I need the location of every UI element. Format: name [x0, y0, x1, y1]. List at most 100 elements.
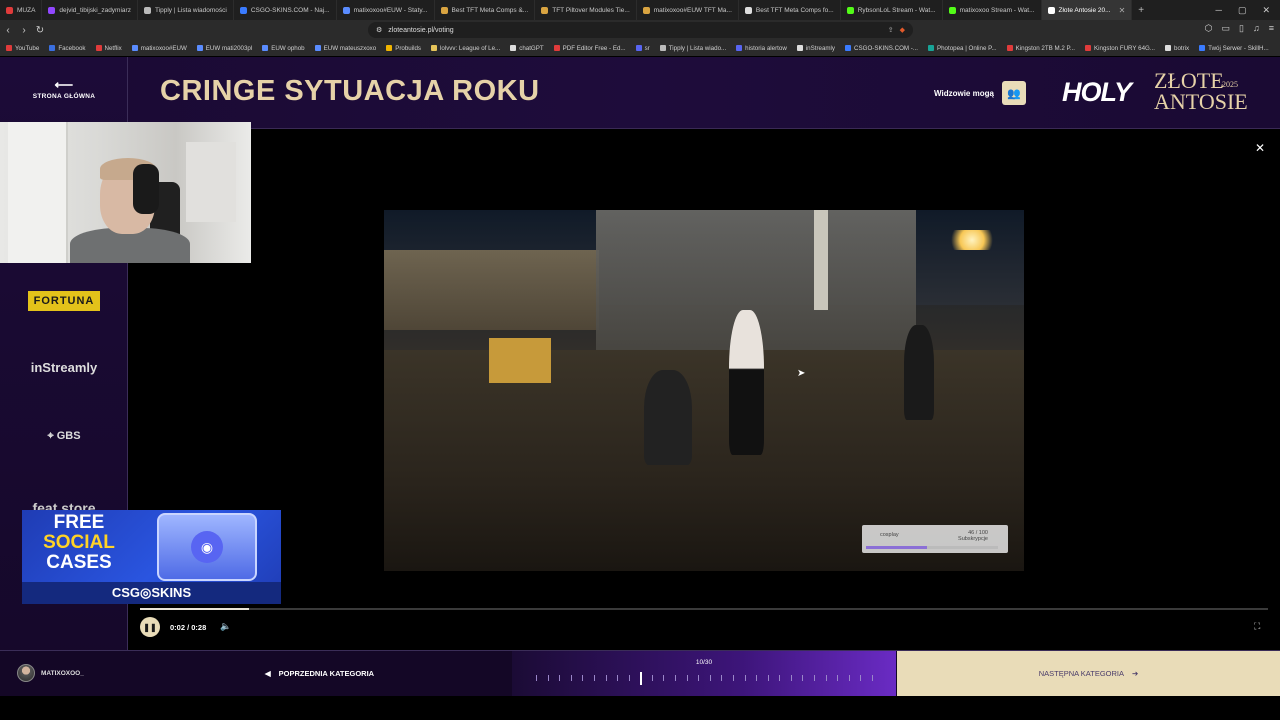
bookmark-item[interactable]: chatGPT [510, 45, 544, 52]
nominee-video[interactable]: cosplay 46 / 100 Subskrypcje [384, 210, 1024, 571]
tab-favicon-icon [143, 6, 151, 14]
bookmark-item[interactable]: Twój Serwer - SkillH... [1199, 45, 1269, 52]
home-link[interactable]: ⟵ STRONA GŁÓWNA [0, 78, 128, 100]
reload-icon[interactable]: ↻ [32, 25, 48, 36]
browser-tab[interactable]: Złote Antosie 20... ✕ [1041, 0, 1133, 20]
minimize-button[interactable]: ─ [1216, 5, 1222, 16]
bookmark-item[interactable]: Probuilds [386, 45, 421, 52]
wallet-icon[interactable]: ▭ [1222, 23, 1231, 34]
browser-tab[interactable]: RybsonLoL Stream - Wat... [841, 0, 943, 20]
bookmark-item[interactable]: Photopea | Online P... [927, 45, 997, 52]
close-icon[interactable]: ✕ [1255, 141, 1265, 155]
bookmark-label: PDF Editor Free - Ed... [562, 44, 626, 52]
volume-icon[interactable]: 🔈 [220, 621, 231, 632]
bookmark-item[interactable]: EUW mateuszxoxo [314, 45, 376, 52]
browser-tab[interactable]: CSGO-SKINS.COM - Naj... [234, 0, 337, 20]
category-tick [582, 675, 584, 681]
webcam-shelf [186, 142, 236, 222]
new-tab-button[interactable]: + [1132, 5, 1150, 16]
tab-favicon-icon [1047, 6, 1055, 14]
tab-favicon-icon [239, 6, 247, 14]
tab-favicon-icon [948, 6, 956, 14]
category-tick [860, 675, 862, 681]
discord-case-image: ◉ [157, 513, 257, 581]
bookmark-favicon-icon [635, 45, 642, 51]
bookmark-label: historia alertow [745, 44, 787, 52]
share-icon[interactable]: ⇪ [888, 26, 894, 34]
site-info-icon[interactable]: ⚙ [376, 26, 382, 34]
bookmark-item[interactable]: EUW mati2003pl [196, 45, 252, 52]
category-tick [686, 675, 688, 681]
bookmark-item[interactable]: Kingston 2TB M.2 P... [1006, 45, 1075, 52]
browser-tab[interactable]: matixoxoo#EUW TFT Ma... [637, 0, 739, 20]
bookmark-item[interactable]: Tipply | Lista wiado... [659, 44, 727, 52]
bookmark-item[interactable]: botrix [1165, 45, 1189, 52]
category-tick [617, 675, 619, 681]
forward-icon[interactable]: › [16, 25, 32, 36]
browser-tab[interactable]: TFT Piltover Modules Tie... [535, 0, 637, 20]
video-buildings [384, 250, 599, 330]
browser-tab[interactable]: matixoxoo#EUW - Staty... [337, 0, 435, 20]
pause-icon: ❚❚ [143, 622, 157, 632]
bookmark-item[interactable]: Kingston FURY 64G... [1085, 45, 1155, 52]
browser-tab[interactable]: Best TFT Meta Comps &... [435, 0, 536, 20]
fortuna-sponsor-logo[interactable]: FORTUNA [0, 291, 128, 311]
sidebar-toggle-icon[interactable]: ▯ [1239, 23, 1244, 34]
browser-tab[interactable]: Best TFT Meta Comps fo... [739, 0, 841, 20]
previous-category-button[interactable]: ◀ POPRZEDNIA KATEGORIA [128, 651, 511, 696]
bookmark-item[interactable]: PDF Editor Free - Ed... [553, 44, 626, 52]
instreamly-sponsor-logo[interactable]: inStreamly [0, 360, 128, 375]
bookmark-item[interactable]: inStreamly [796, 45, 835, 52]
brave-shield-icon[interactable]: ◆ [900, 26, 905, 34]
bookmark-item[interactable]: Facebook [49, 44, 86, 52]
bookmark-favicon-icon [845, 45, 852, 51]
viewers-panel: Widzowie mogą 👥 [934, 81, 1026, 105]
category-tick [559, 675, 561, 681]
video-progress-track[interactable] [140, 608, 1268, 610]
browser-tab[interactable]: MUZA [0, 0, 43, 20]
bookmark-item[interactable]: lolvvv: League of Le... [431, 45, 500, 52]
tab-close-icon[interactable]: ✕ [1119, 6, 1126, 15]
close-window-button[interactable]: ✕ [1262, 5, 1270, 16]
video-time: 0:02 / 0:28 [170, 623, 207, 632]
bookmark-item[interactable]: Netflix [95, 45, 122, 52]
back-icon[interactable]: ‹ [0, 25, 16, 36]
pause-button[interactable]: ❚❚ [140, 617, 160, 637]
media-icon[interactable]: ♫ [1253, 23, 1260, 34]
bookmark-item[interactable]: CSGO-SKINS.COM -... [845, 45, 918, 52]
address-bar[interactable]: ⚙ zloteantosie.pl/voting ⇪ ◆ [368, 22, 913, 38]
bookmark-label: Twój Serwer - SkillH... [1208, 44, 1269, 52]
tab-label: matixoxoo Stream - Wat... [959, 6, 1035, 14]
toolbar-actions: ⬡ ▭ ▯ ♫ ≡ [1205, 23, 1274, 34]
bookmark-label: Facebook [58, 44, 86, 52]
bookmark-item[interactable]: YouTube [6, 45, 39, 52]
stream-tag-sub: Subskrypcje [958, 536, 988, 542]
bookmark-item[interactable]: sr [635, 45, 650, 52]
zlote-antosie-logo: ZŁOTE ANTOSIE [1154, 70, 1248, 113]
bookmark-item[interactable]: historia alertow [736, 45, 787, 52]
bookmark-label: Tipply | Lista wiado... [668, 44, 727, 52]
extensions-icon[interactable]: ⬡ [1205, 23, 1213, 34]
bookmark-item[interactable]: matixoxoo#EUW [131, 45, 187, 52]
browser-tab[interactable]: dejvid_tibijski_zadymiarz [42, 0, 138, 20]
discord-icon: ◉ [191, 531, 223, 563]
username: MATIXOXOO_ [41, 669, 84, 677]
browser-tab[interactable]: Tipply | Lista wiadomości [138, 0, 234, 20]
menu-icon[interactable]: ≡ [1269, 23, 1274, 34]
tab-favicon-icon [342, 6, 350, 14]
bookmark-item[interactable]: EUW ophob [262, 45, 305, 52]
tab-favicon-icon [48, 6, 56, 14]
arrow-left-icon: ◀ [264, 669, 271, 678]
viewers-label: Widzowie mogą [934, 88, 994, 98]
video-street-lamp [944, 230, 1000, 250]
fullscreen-icon[interactable]: ⛶ [1254, 621, 1260, 632]
next-category-button[interactable]: NASTĘPNA KATEGORIA ➔ [897, 651, 1280, 696]
user-profile[interactable]: MATIXOXOO_ [17, 664, 84, 682]
bookmark-favicon-icon [314, 45, 321, 51]
maximize-button[interactable]: ▢ [1238, 5, 1247, 16]
gbs-sponsor-logo[interactable]: ⌖ GBS [0, 430, 128, 443]
users-icon[interactable]: 👥 [1001, 81, 1026, 105]
category-tick [744, 675, 746, 681]
browser-tab[interactable]: matixoxoo Stream - Wat... [943, 0, 1042, 20]
voting-page: ⟵ STRONA GŁÓWNA CRINGE SYTUACJA ROKU Wid… [0, 57, 1280, 720]
